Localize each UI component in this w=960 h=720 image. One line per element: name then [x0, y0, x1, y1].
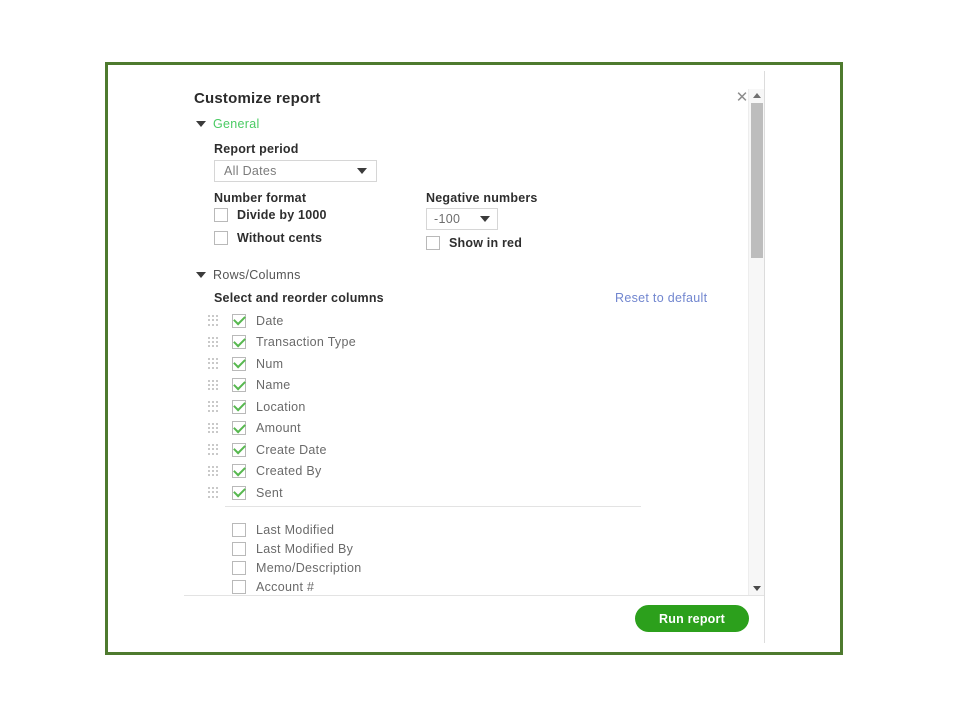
column-label: Num [256, 356, 284, 371]
screenshot-root: Customize report ✕ General Report period… [0, 0, 960, 720]
column-row-sent[interactable]: Sent [208, 482, 356, 504]
drag-handle-icon[interactable] [208, 422, 219, 434]
checkbox-box [214, 231, 228, 245]
drag-handle-icon[interactable] [208, 358, 219, 369]
column-label: Memo/Description [256, 560, 362, 575]
checkbox-box [232, 579, 246, 594]
page-title: Customize report [194, 90, 321, 107]
checkbox-label: Divide by 1000 [237, 208, 327, 222]
section-label-general: General [213, 117, 260, 131]
column-row-memo-description[interactable]: Memo/Description [232, 558, 362, 577]
scroll-down-arrow-icon[interactable] [749, 582, 765, 595]
checkbox-without-cents[interactable]: Without cents [214, 231, 322, 245]
caret-down-icon [196, 121, 206, 127]
number-format-label: Number format [214, 191, 307, 205]
checkbox-divide-by-1000[interactable]: Divide by 1000 [214, 208, 327, 222]
column-label: Transaction Type [256, 335, 356, 350]
section-header-general[interactable]: General [196, 117, 260, 131]
column-label: Date [256, 313, 284, 328]
column-label: Amount [256, 421, 301, 436]
close-icon[interactable]: ✕ [735, 90, 749, 105]
column-row-account-number[interactable]: Account # [232, 577, 362, 595]
customize-report-dialog: Customize report ✕ General Report period… [108, 65, 840, 652]
checkbox-box [232, 522, 246, 537]
drag-handle-icon[interactable] [208, 487, 219, 498]
column-label: Location [256, 399, 306, 414]
column-row-transaction-type[interactable]: Transaction Type [208, 332, 356, 354]
negative-numbers-select[interactable]: -100 [426, 208, 498, 230]
checkbox-box [232, 560, 246, 575]
column-label: Created By [256, 464, 322, 479]
column-label: Last Modified [256, 522, 335, 537]
checkbox-show-in-red[interactable]: Show in red [426, 236, 522, 250]
checkbox-box [232, 355, 246, 371]
checkbox-box [232, 312, 246, 328]
section-label-rows-columns: Rows/Columns [213, 268, 301, 282]
column-label: Account # [256, 579, 315, 594]
scroll-up-arrow-icon[interactable] [749, 89, 765, 102]
slide-frame: Customize report ✕ General Report period… [105, 62, 843, 655]
negative-numbers-value: -100 [434, 212, 461, 226]
checkbox-label: Show in red [449, 236, 523, 250]
drag-handle-icon[interactable] [208, 444, 219, 455]
drag-handle-icon[interactable] [208, 465, 219, 477]
list-divider [225, 506, 641, 507]
checkbox-box [232, 463, 246, 479]
report-period-value: All Dates [224, 164, 277, 178]
chevron-down-icon [480, 216, 490, 222]
checkbox-box [232, 541, 246, 556]
column-row-created-by[interactable]: Created By [208, 461, 356, 483]
available-columns-list: Last Modified Last Modified By Memo/Desc… [232, 520, 362, 595]
caret-down-icon [196, 272, 206, 278]
run-report-button[interactable]: Run report [635, 605, 749, 632]
drag-handle-icon[interactable] [208, 379, 219, 391]
drag-handle-icon[interactable] [208, 401, 219, 412]
drag-handle-icon[interactable] [208, 315, 219, 326]
checkbox-box [232, 377, 246, 393]
column-row-last-modified[interactable]: Last Modified [232, 520, 362, 539]
chevron-down-icon [357, 168, 367, 174]
negative-numbers-label: Negative numbers [426, 191, 538, 205]
footer-divider [184, 595, 764, 596]
report-period-label: Report period [214, 142, 299, 156]
column-label: Create Date [256, 442, 327, 457]
column-row-last-modified-by[interactable]: Last Modified By [232, 539, 362, 558]
column-row-num[interactable]: Num [208, 353, 356, 375]
checkbox-box [232, 484, 246, 500]
column-row-amount[interactable]: Amount [208, 418, 356, 440]
checkbox-box [426, 236, 440, 250]
checkbox-box [214, 208, 228, 222]
checkbox-box [232, 334, 246, 350]
column-row-name[interactable]: Name [208, 375, 356, 397]
vertical-scrollbar[interactable] [748, 89, 764, 595]
report-period-select[interactable]: All Dates [214, 160, 377, 182]
column-row-location[interactable]: Location [208, 396, 356, 418]
drag-handle-icon[interactable] [208, 336, 219, 348]
dialog-scroll-area: Customize report ✕ General Report period… [108, 65, 764, 595]
checkbox-box [232, 420, 246, 436]
section-header-rows-columns[interactable]: Rows/Columns [196, 268, 301, 282]
checkbox-box [232, 398, 246, 414]
scrollbar-thumb[interactable] [751, 103, 763, 258]
checkbox-box [232, 441, 246, 457]
select-reorder-columns-label: Select and reorder columns [214, 291, 384, 305]
column-row-create-date[interactable]: Create Date [208, 439, 356, 461]
column-label: Sent [256, 485, 283, 500]
reset-to-default-link[interactable]: Reset to default [615, 291, 707, 305]
column-label: Last Modified By [256, 541, 354, 556]
column-label: Name [256, 378, 291, 393]
selected-columns-list: Date Transaction Type Num Name Location … [208, 310, 356, 504]
panel-right-divider [764, 71, 765, 643]
checkbox-label: Without cents [237, 231, 323, 245]
column-row-date[interactable]: Date [208, 310, 356, 332]
